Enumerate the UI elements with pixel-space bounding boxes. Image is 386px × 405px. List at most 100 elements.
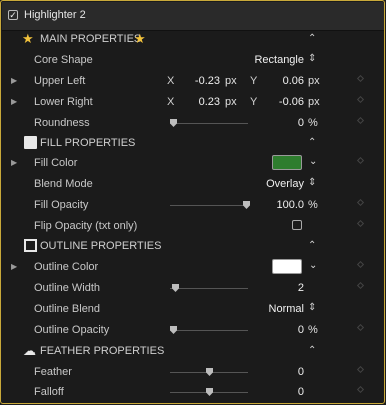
- cloud-icon: ☁: [23, 343, 36, 358]
- blend-mode-value[interactable]: Overlay: [234, 178, 304, 190]
- blend-mode-row: Blend Mode Overlay ⇕: [2, 174, 384, 194]
- x-axis-label: X: [167, 96, 175, 108]
- outline-width-row: Outline Width 2: [2, 278, 384, 298]
- roundness-label: Roundness: [34, 117, 90, 129]
- falloff-label: Falloff: [34, 386, 64, 398]
- expand-toggle-icon[interactable]: ⌃: [308, 137, 316, 148]
- main-properties-row[interactable]: ★ MAIN PROPERTIES ★ ⌃: [2, 29, 384, 49]
- y-unit: px: [308, 75, 320, 87]
- fill-opacity-slider-knob[interactable]: [243, 201, 250, 209]
- core-shape-label: Core Shape: [34, 54, 93, 66]
- disclosure-triangle-icon[interactable]: ▶: [11, 262, 17, 271]
- outline-opacity-unit: %: [308, 324, 318, 336]
- effect-title: Highlighter 2: [24, 9, 86, 21]
- expand-toggle-icon[interactable]: ⌃: [308, 345, 316, 356]
- keyframe-icon[interactable]: [356, 260, 365, 269]
- blend-mode-label: Blend Mode: [34, 178, 93, 190]
- fill-square-icon: [24, 136, 37, 149]
- roundness-unit: %: [308, 117, 318, 129]
- fill-properties-header: FILL PROPERTIES: [40, 137, 136, 149]
- chevron-down-icon[interactable]: ⌄: [309, 260, 317, 271]
- keyframe-icon[interactable]: [356, 365, 365, 374]
- x-axis-label: X: [167, 75, 175, 87]
- chevron-down-icon[interactable]: ⌄: [309, 156, 317, 167]
- outline-blend-label: Outline Blend: [34, 303, 101, 315]
- feather-properties-row[interactable]: ☁ FEATHER PROPERTIES ⌃: [2, 341, 384, 361]
- outline-color-row: ▶ Outline Color ⌄: [2, 257, 384, 277]
- outline-blend-value[interactable]: Normal: [234, 303, 304, 315]
- lower-right-y-value[interactable]: -0.06: [264, 96, 304, 108]
- y-axis-label: Y: [250, 75, 258, 87]
- falloff-value[interactable]: 0: [264, 386, 304, 398]
- outline-color-label: Outline Color: [34, 261, 99, 273]
- fill-opacity-row: Fill Opacity 100.0 %: [2, 195, 384, 215]
- keyframe-icon[interactable]: [356, 323, 365, 332]
- falloff-row: Falloff 0: [2, 382, 384, 402]
- fill-color-swatch[interactable]: [272, 155, 302, 170]
- outline-width-value[interactable]: 2: [264, 282, 304, 294]
- flip-opacity-label: Flip Opacity (txt only): [34, 220, 138, 232]
- lower-right-x-value[interactable]: 0.23: [180, 96, 220, 108]
- fill-opacity-label: Fill Opacity: [34, 199, 89, 211]
- falloff-slider-knob[interactable]: [206, 388, 213, 396]
- up-down-arrows-icon[interactable]: ⇕: [308, 53, 316, 64]
- upper-left-x-value[interactable]: -0.23: [180, 75, 220, 87]
- x-unit: px: [225, 96, 237, 108]
- keyframe-icon[interactable]: [356, 219, 365, 228]
- outline-opacity-label: Outline Opacity: [34, 324, 110, 336]
- outline-opacity-row: Outline Opacity 0 %: [2, 320, 384, 340]
- feather-properties-header: FEATHER PROPERTIES: [40, 345, 165, 357]
- fill-opacity-unit: %: [308, 199, 318, 211]
- effect-enable-checkbox[interactable]: ✓: [8, 10, 18, 20]
- roundness-slider-track[interactable]: [170, 123, 248, 124]
- expand-toggle-icon[interactable]: ⌃: [308, 240, 316, 251]
- keyframe-icon[interactable]: [356, 74, 365, 83]
- upper-left-row: ▶ Upper Left X -0.23 px Y 0.06 px: [2, 71, 384, 91]
- outline-properties-row[interactable]: OUTLINE PROPERTIES ⌃: [2, 236, 384, 256]
- disclosure-triangle-icon[interactable]: ▶: [11, 97, 17, 106]
- feather-label: Feather: [34, 366, 72, 378]
- keyframe-icon[interactable]: [356, 156, 365, 165]
- expand-toggle-icon[interactable]: ⌃: [308, 33, 316, 44]
- star-icon: ★: [22, 31, 34, 46]
- fill-color-label: Fill Color: [34, 157, 78, 169]
- lower-right-label: Lower Right: [34, 96, 93, 108]
- outline-color-swatch[interactable]: [272, 259, 302, 274]
- main-properties-header: MAIN PROPERTIES: [40, 33, 142, 45]
- roundness-value[interactable]: 0: [264, 117, 304, 129]
- y-axis-label: Y: [250, 96, 258, 108]
- keyframe-icon[interactable]: [356, 198, 365, 207]
- flip-opacity-checkbox[interactable]: [292, 220, 302, 230]
- fill-opacity-slider-track[interactable]: [170, 205, 248, 206]
- feather-slider-knob[interactable]: [206, 368, 213, 376]
- core-shape-row: Core Shape Rectangle ⇕: [2, 50, 384, 70]
- feather-value[interactable]: 0: [264, 366, 304, 378]
- outline-width-slider-knob[interactable]: [172, 284, 179, 292]
- outline-width-slider-track[interactable]: [170, 288, 248, 289]
- feather-row: Feather 0: [2, 362, 384, 382]
- up-down-arrows-icon[interactable]: ⇕: [308, 177, 316, 188]
- upper-left-y-value[interactable]: 0.06: [264, 75, 304, 87]
- roundness-row: Roundness 0 %: [2, 113, 384, 133]
- keyframe-icon[interactable]: [356, 116, 365, 125]
- keyframe-icon[interactable]: [356, 95, 365, 104]
- flip-opacity-row: Flip Opacity (txt only): [2, 216, 384, 236]
- inspector-panel: ✓ Highlighter 2 ★ MAIN PROPERTIES ★ ⌃ Co…: [0, 0, 385, 404]
- disclosure-triangle-icon[interactable]: ▶: [11, 76, 17, 85]
- outline-blend-row: Outline Blend Normal ⇕: [2, 299, 384, 319]
- outline-opacity-slider-knob[interactable]: [170, 326, 177, 334]
- fill-properties-row[interactable]: FILL PROPERTIES ⌃: [2, 133, 384, 153]
- keyframe-icon[interactable]: [356, 281, 365, 290]
- roundness-slider-knob[interactable]: [170, 119, 177, 127]
- outline-opacity-slider-track[interactable]: [170, 330, 248, 331]
- fill-opacity-value[interactable]: 100.0: [264, 199, 304, 211]
- outline-square-icon: [24, 239, 37, 252]
- keyframe-icon[interactable]: [356, 385, 365, 394]
- effect-header: ✓ Highlighter 2: [2, 2, 384, 31]
- outline-width-label: Outline Width: [34, 282, 101, 294]
- outline-opacity-value[interactable]: 0: [264, 324, 304, 336]
- up-down-arrows-icon[interactable]: ⇕: [308, 302, 316, 313]
- disclosure-triangle-icon[interactable]: ▶: [11, 158, 17, 167]
- upper-left-label: Upper Left: [34, 75, 86, 87]
- core-shape-value[interactable]: Rectangle: [234, 54, 304, 66]
